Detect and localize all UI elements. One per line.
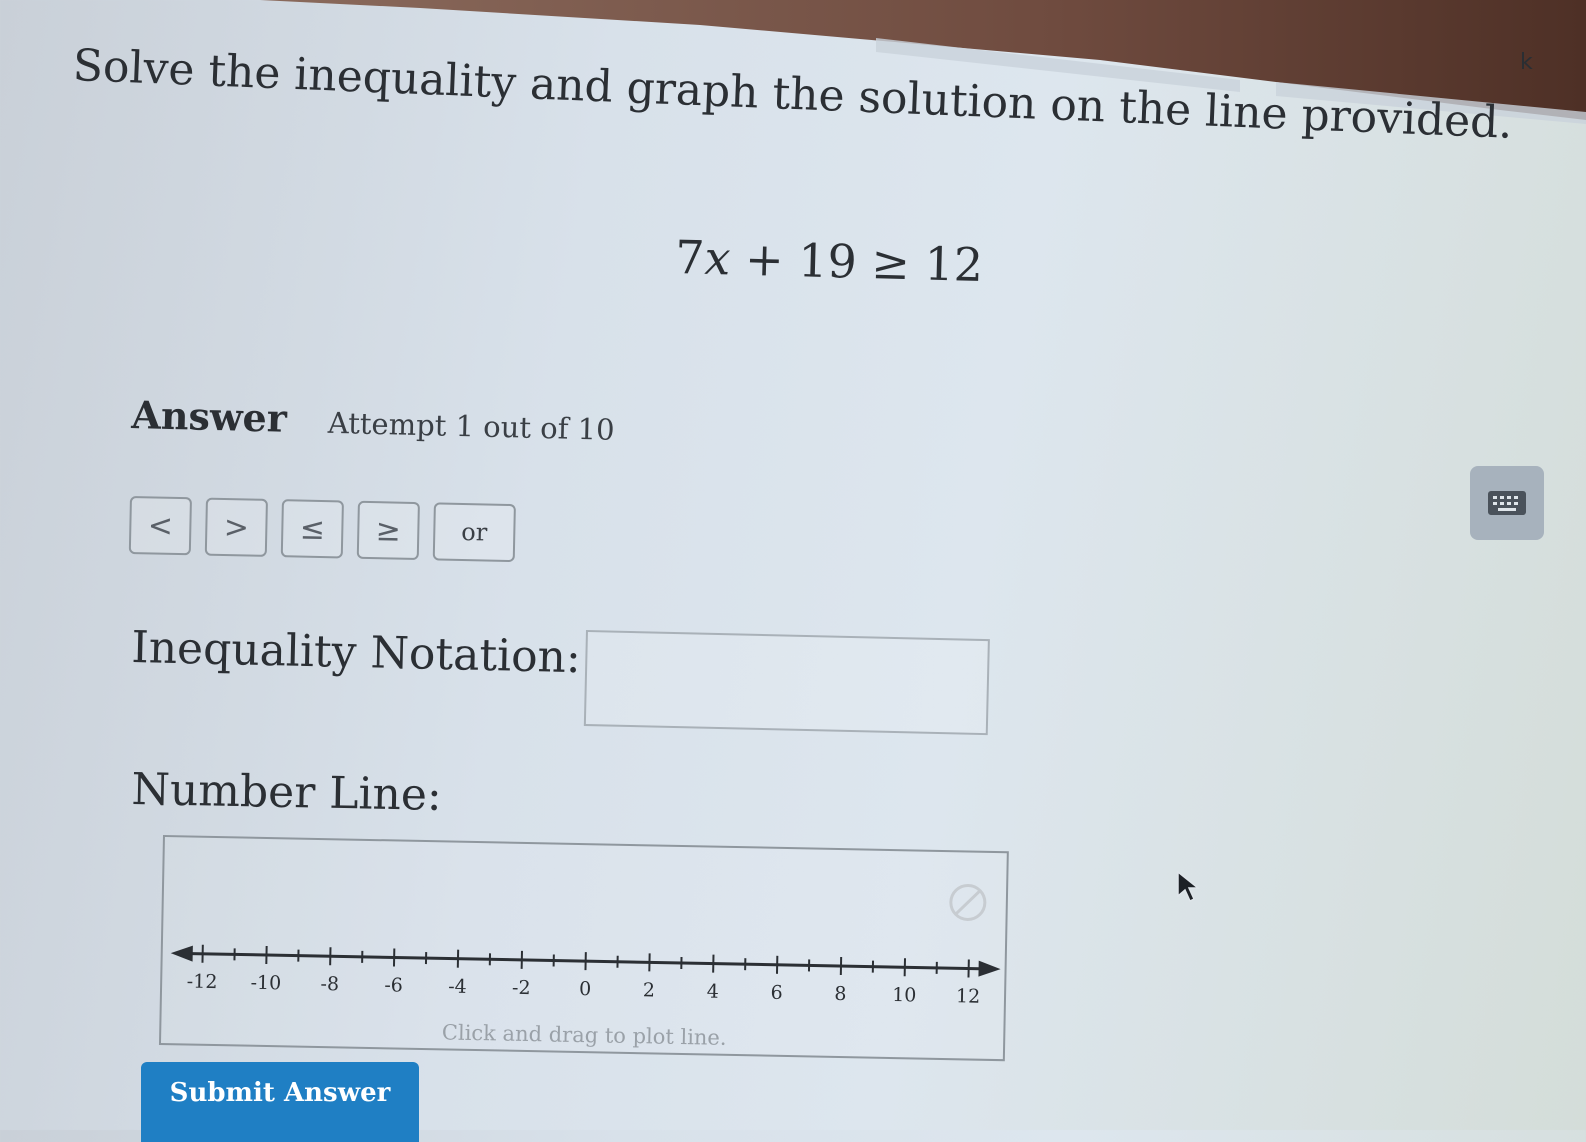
equation-variable: x	[704, 231, 731, 286]
tick-label: -4	[448, 976, 467, 998]
symbol-toolbar: < > ≤ ≥ or	[129, 496, 516, 562]
greater-than-button[interactable]: >	[205, 498, 268, 557]
tick-label: 12	[956, 985, 981, 1007]
tick-label: 10	[892, 984, 917, 1006]
less-or-equal-button[interactable]: ≤	[281, 499, 344, 558]
tick-label: 0	[579, 978, 592, 1000]
attempt-counter: Attempt 1 out of 10	[327, 406, 615, 447]
equation-rest: + 19 ≥ 12	[730, 231, 984, 292]
submit-answer-button[interactable]: Submit Answer	[141, 1062, 419, 1142]
number-line-label: Number Line:	[131, 764, 442, 821]
greater-or-equal-button[interactable]: ≥	[357, 501, 420, 560]
inequality-notation-label: Inequality Notation:	[131, 622, 582, 683]
right-arrow-icon	[978, 961, 1000, 977]
tick-label: 8	[834, 983, 847, 1005]
inequality-notation-input[interactable]	[584, 630, 990, 735]
tick-label: -6	[384, 974, 403, 996]
clear-icon-slash	[956, 890, 980, 914]
or-button[interactable]: or	[433, 502, 516, 562]
mouse-cursor-icon	[1176, 870, 1206, 904]
answer-label: Answer	[131, 392, 287, 441]
corner-glyph: k	[1520, 50, 1533, 75]
equation-coefficient: 7	[675, 230, 706, 285]
less-than-button[interactable]: <	[129, 496, 192, 555]
tick-label: -10	[250, 972, 281, 995]
left-arrow-icon	[171, 945, 193, 961]
tick-label: 6	[770, 982, 783, 1004]
number-line-panel[interactable]: -12-10-8-6-4-2024681012 Click and drag t…	[159, 835, 1009, 1061]
tick-label: -12	[187, 970, 218, 993]
number-line-ticks: -12 -10 -8 -6 -4 -2 0 2 4 6 8 10 12	[187, 944, 981, 1007]
keyboard-toggle-button[interactable]	[1470, 466, 1544, 540]
keyboard-icon	[1487, 490, 1527, 516]
inequality-equation: 7x + 19 ≥ 12	[675, 230, 984, 292]
tick-label: -2	[512, 977, 531, 999]
tick-label: -8	[320, 973, 339, 995]
question-text: Solve the inequality and graph the solut…	[72, 40, 1514, 151]
answer-header: Answer Attempt 1 out of 10	[131, 392, 615, 449]
tick-label: 4	[707, 980, 720, 1002]
tick-label: 2	[643, 979, 656, 1001]
